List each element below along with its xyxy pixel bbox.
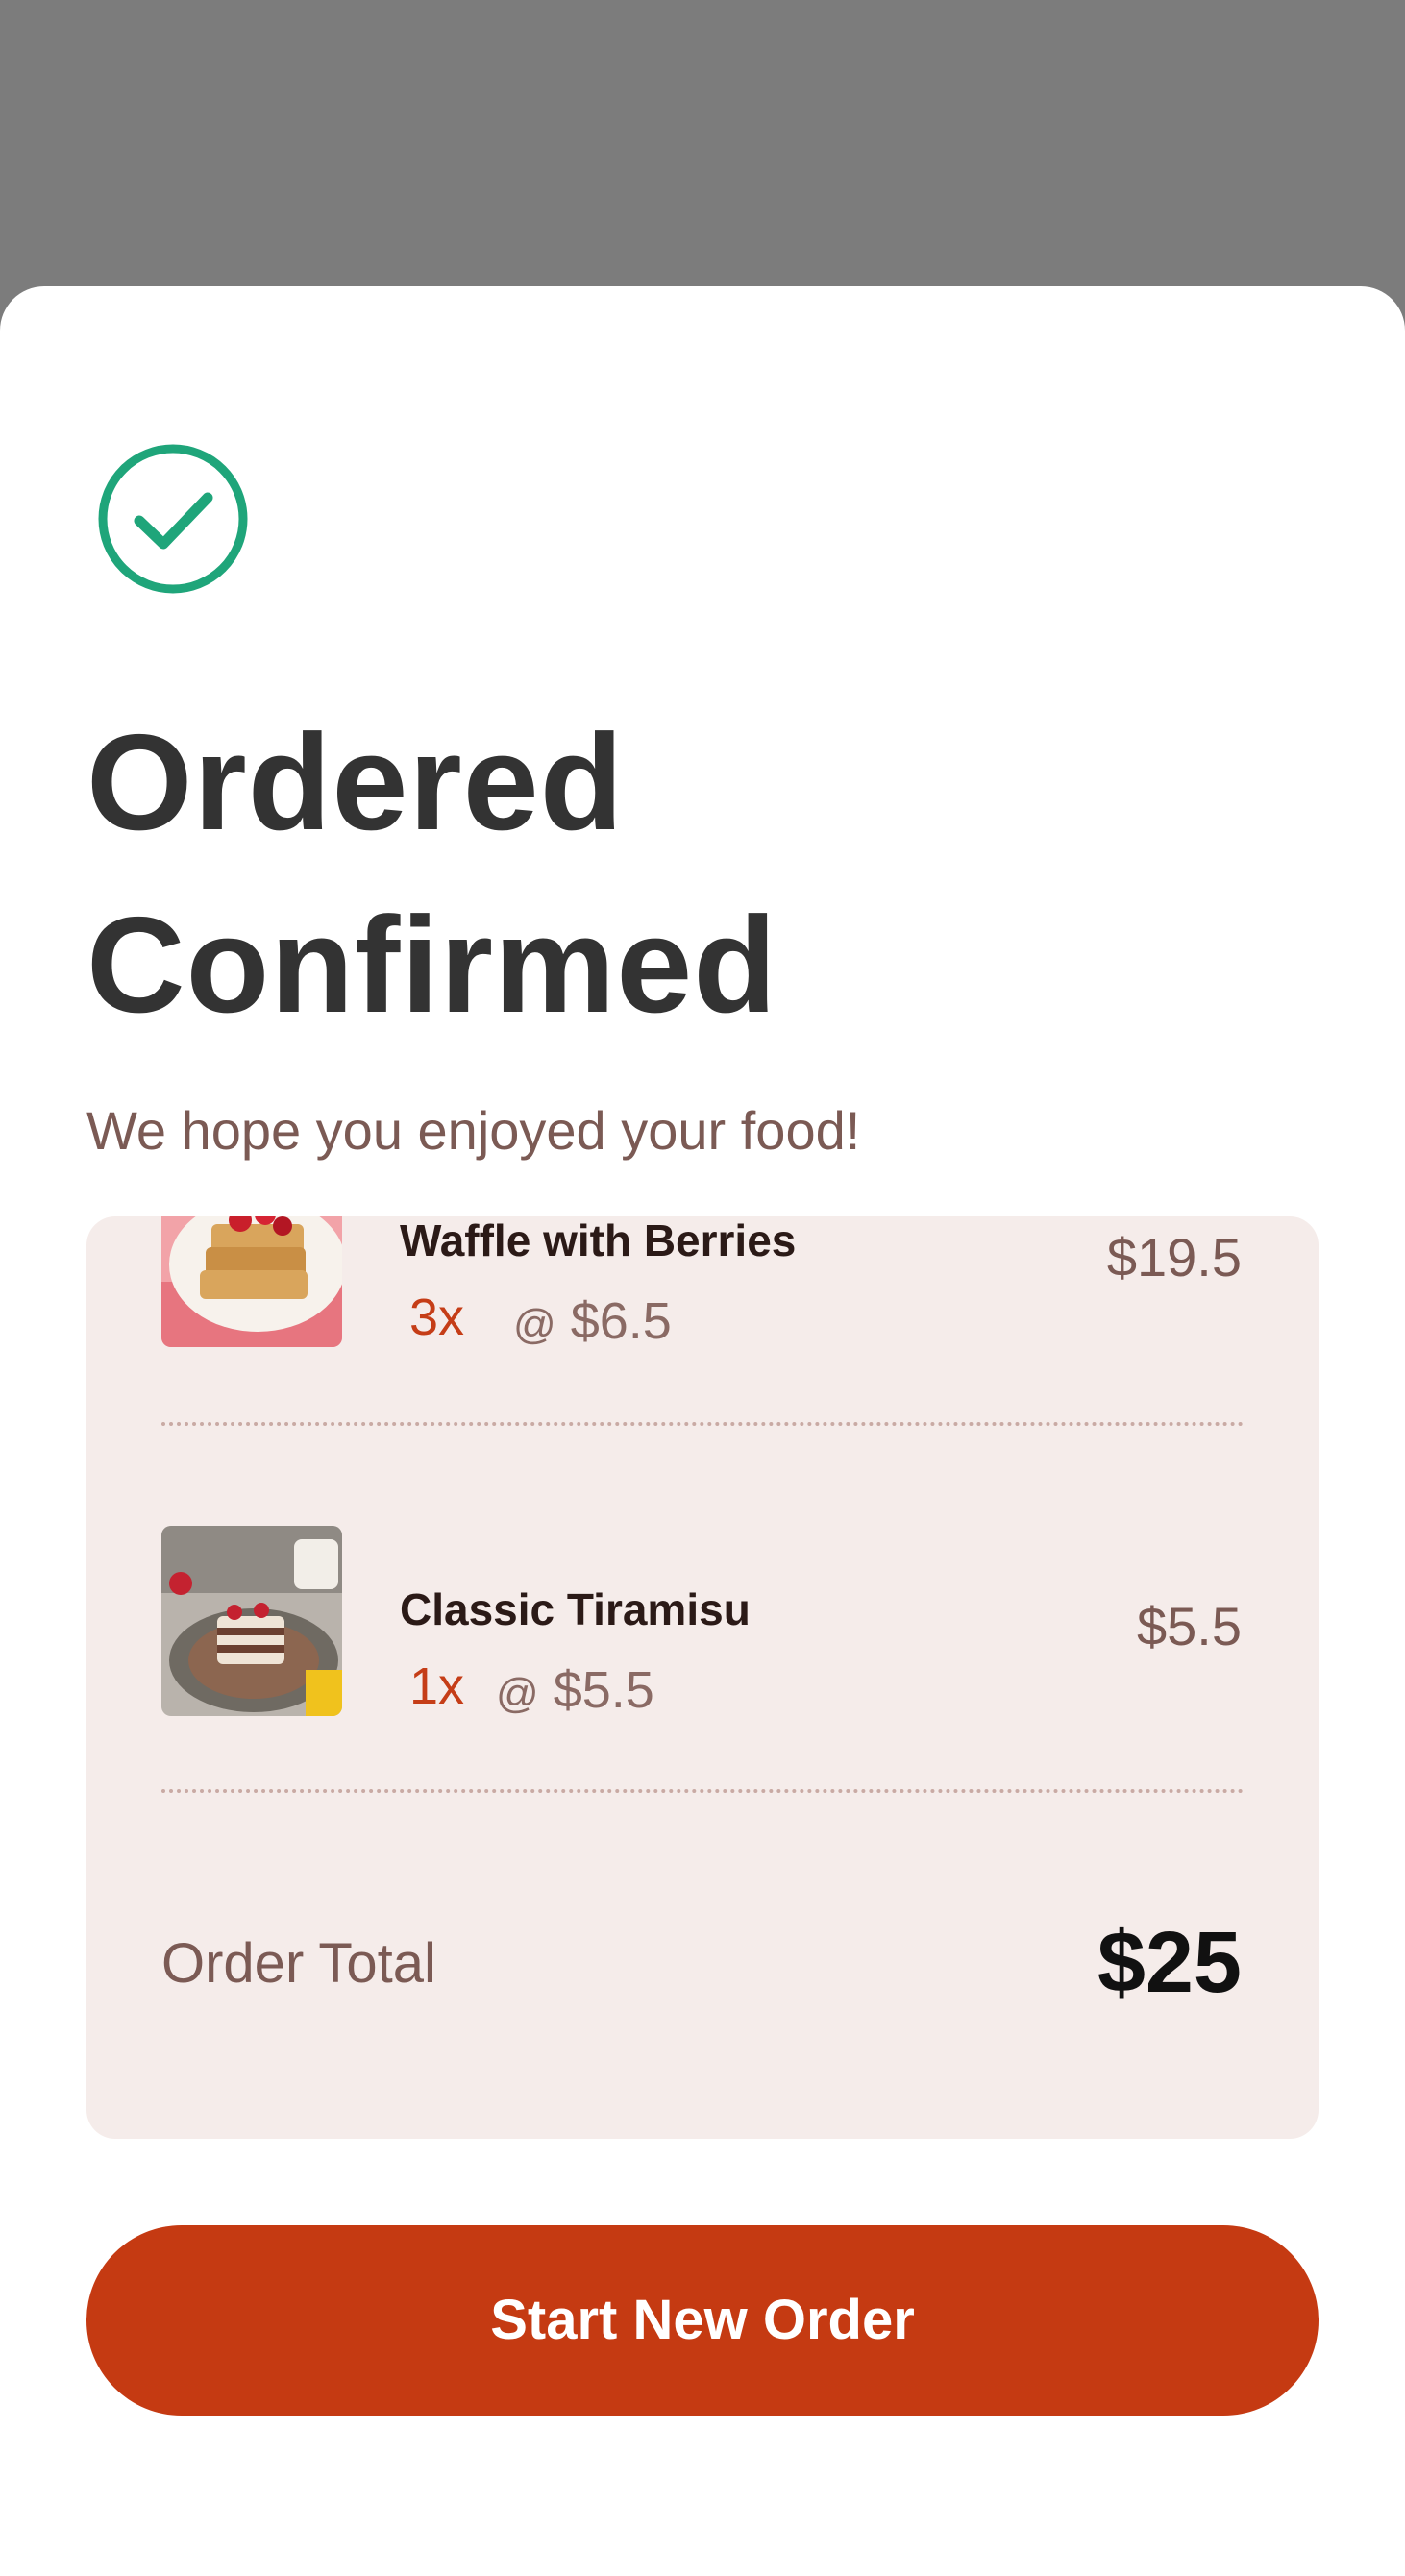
start-new-order-button[interactable]: Start New Order (86, 2225, 1319, 2416)
order-item: Classic Tiramisu 1x @ $5.5 $5.5 (86, 1466, 1319, 1719)
item-quantity: 1x (409, 1657, 465, 1715)
item-name: Classic Tiramisu (400, 1584, 751, 1634)
page-subtitle: We hope you enjoyed your food! (86, 1100, 861, 1161)
tiramisu-thumbnail (161, 1526, 342, 1716)
item-name: Waffle with Berries (400, 1216, 797, 1265)
order-total-value: $25 (1097, 1915, 1242, 2011)
item-unit-price-group: @ $6.5 (513, 1291, 672, 1351)
page-title: Ordered Confirmed (86, 706, 777, 1042)
item-unit-price: $6.5 (570, 1292, 672, 1350)
item-line-total: $5.5 (1137, 1596, 1242, 1656)
item-unit-price-group: @ $5.5 (496, 1660, 654, 1720)
order-item: Waffle with Berries 3x @ $6.5 $19.5 (86, 1216, 1319, 1350)
at-symbol: @ (513, 1301, 556, 1348)
divider (161, 1422, 1244, 1426)
item-unit-price: $5.5 (553, 1661, 654, 1719)
order-total-label: Order Total (161, 1932, 436, 1995)
item-quantity: 3x (409, 1288, 465, 1346)
item-line-total: $19.5 (1106, 1227, 1242, 1288)
modal-backdrop[interactable] (0, 0, 1405, 288)
waffle-thumbnail (161, 1216, 342, 1347)
check-circle-icon (98, 444, 248, 594)
at-symbol: @ (496, 1670, 539, 1717)
divider (161, 1789, 1244, 1793)
order-summary-card[interactable]: Waffle with Berries 3x @ $6.5 $19.5 Clas… (86, 1216, 1319, 2139)
